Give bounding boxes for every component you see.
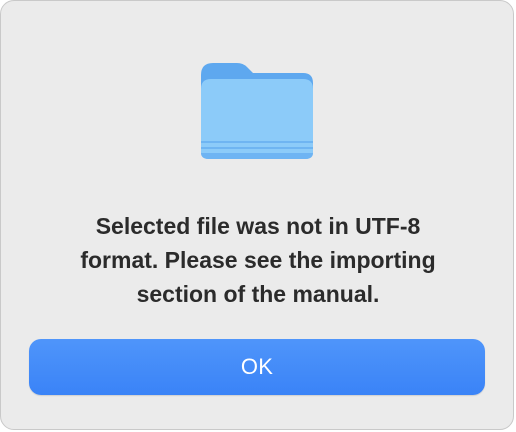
folder-icon <box>201 63 313 159</box>
ok-button[interactable]: OK <box>29 339 485 395</box>
ok-button-label: OK <box>240 354 274 379</box>
alert-message: Selected file was not in UTF-8 format. P… <box>80 213 436 307</box>
alert-dialog: Selected file was not in UTF-8 format. P… <box>0 0 514 430</box>
